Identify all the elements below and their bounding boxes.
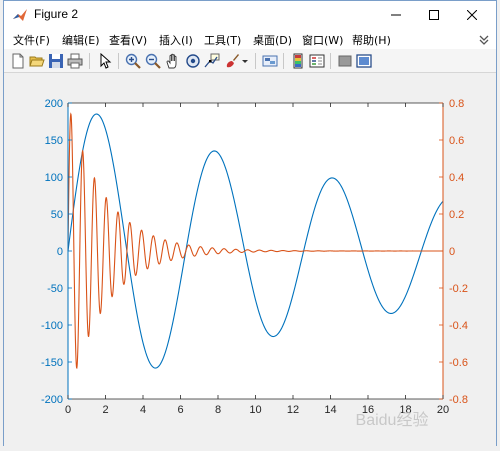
toolbar-separator — [330, 53, 331, 69]
title-bar: Figure 2 — [4, 1, 496, 29]
menu-tools[interactable]: 工具(T) — [204, 32, 241, 48]
insert-colorbar-icon[interactable] — [290, 53, 306, 69]
maximize-icon — [429, 10, 439, 20]
minimize-icon — [391, 14, 401, 16]
data-cursor-icon[interactable] — [204, 53, 220, 69]
show-plot-tools-icon[interactable] — [356, 53, 372, 69]
menu-window[interactable]: 窗口(W) — [302, 32, 343, 48]
plot-svg: 0 2 4 6 8 10 12 14 16 18 20200150100500-50-100-150… — [41, 98, 468, 429]
toolbar-separator — [118, 53, 119, 69]
y-right-tick-label: 0.4 — [449, 172, 464, 184]
chevron-down-icon[interactable] — [476, 31, 492, 47]
toolbar-separator — [255, 53, 256, 69]
maximize-button[interactable] — [416, 1, 452, 29]
menu-edit[interactable]: 编辑(E) — [62, 32, 100, 48]
menu-bar: 文件(F) 编辑(E) 查看(V) 插入(I) 工具(T) 桌面(D) 窗口(W… — [4, 29, 496, 49]
x-tick-label: 8 — [215, 404, 221, 416]
toolbar-separator — [283, 53, 284, 69]
new-figure-icon[interactable] — [10, 53, 26, 69]
save-icon[interactable] — [48, 53, 64, 69]
y-right-tick-label: 0.2 — [449, 209, 464, 221]
y-right-tick-label: -0.2 — [449, 283, 468, 295]
toolbar-separator — [89, 53, 90, 69]
minimize-button[interactable] — [378, 1, 414, 29]
y-right-tick-label: -0.4 — [449, 320, 468, 332]
y-right-tick-label: 0.6 — [449, 135, 464, 147]
rotate-3d-icon[interactable] — [185, 53, 201, 69]
insert-legend-icon[interactable] — [309, 53, 325, 69]
close-icon — [467, 10, 477, 20]
y-left-tick-label: 0 — [57, 246, 63, 258]
matlab-icon — [12, 7, 28, 23]
y-left-tick-label: 100 — [45, 172, 63, 184]
y-left-tick-label: 50 — [51, 209, 63, 221]
menu-insert[interactable]: 插入(I) — [159, 32, 193, 48]
figure-toolbar — [4, 49, 496, 73]
select-arrow-icon[interactable] — [97, 53, 113, 69]
y-left-tick-label: -200 — [41, 394, 63, 406]
print-icon[interactable] — [67, 53, 83, 69]
x-tick-label: 0 — [65, 404, 71, 416]
y-right-tick-label: 0 — [449, 246, 455, 258]
menu-file[interactable]: 文件(F) — [13, 32, 50, 48]
window-title: Figure 2 — [34, 7, 79, 21]
y-left-tick-label: -100 — [41, 320, 63, 332]
y-right-tick-label: -0.6 — [449, 357, 468, 369]
menu-view[interactable]: 查看(V) — [109, 32, 147, 48]
x-tick-label: 12 — [287, 404, 299, 416]
y-left-tick-label: -50 — [47, 283, 63, 295]
watermark: Baidu经验 — [356, 411, 429, 429]
x-tick-label: 6 — [177, 404, 183, 416]
x-tick-label: 14 — [324, 404, 336, 416]
open-file-icon[interactable] — [29, 53, 45, 69]
close-button[interactable] — [454, 1, 490, 29]
x-tick-label: 2 — [102, 404, 108, 416]
figure-window: Figure 2 文件(F) 编辑(E) 查看(V) 插入(I) 工具(T) 桌… — [3, 0, 497, 447]
brush-dropdown-icon[interactable] — [241, 53, 249, 69]
y-right-tick-label: 0.8 — [449, 98, 464, 110]
pan-hand-icon[interactable] — [165, 53, 181, 69]
figure-canvas: 0 2 4 6 8 10 12 14 16 18 20 200 150 100 50 0 -50 -100 -150… — [4, 73, 496, 447]
y-left-tick-label: -150 — [41, 357, 63, 369]
link-plot-icon[interactable] — [262, 53, 278, 69]
x-tick-label: 10 — [249, 404, 261, 416]
menu-help[interactable]: 帮助(H) — [352, 32, 391, 48]
y-left-tick-label: 150 — [45, 135, 63, 147]
zoom-out-icon[interactable] — [145, 53, 161, 69]
menu-desktop[interactable]: 桌面(D) — [253, 32, 292, 48]
y-left-tick-label: 200 — [45, 98, 63, 110]
y-right-tick-label: -0.8 — [449, 394, 468, 406]
zoom-in-icon[interactable] — [125, 53, 141, 69]
hide-plot-tools-icon[interactable] — [337, 53, 353, 69]
x-tick-label: 20 — [437, 404, 449, 416]
x-tick-label: 4 — [140, 404, 146, 416]
brush-icon[interactable] — [224, 53, 240, 69]
